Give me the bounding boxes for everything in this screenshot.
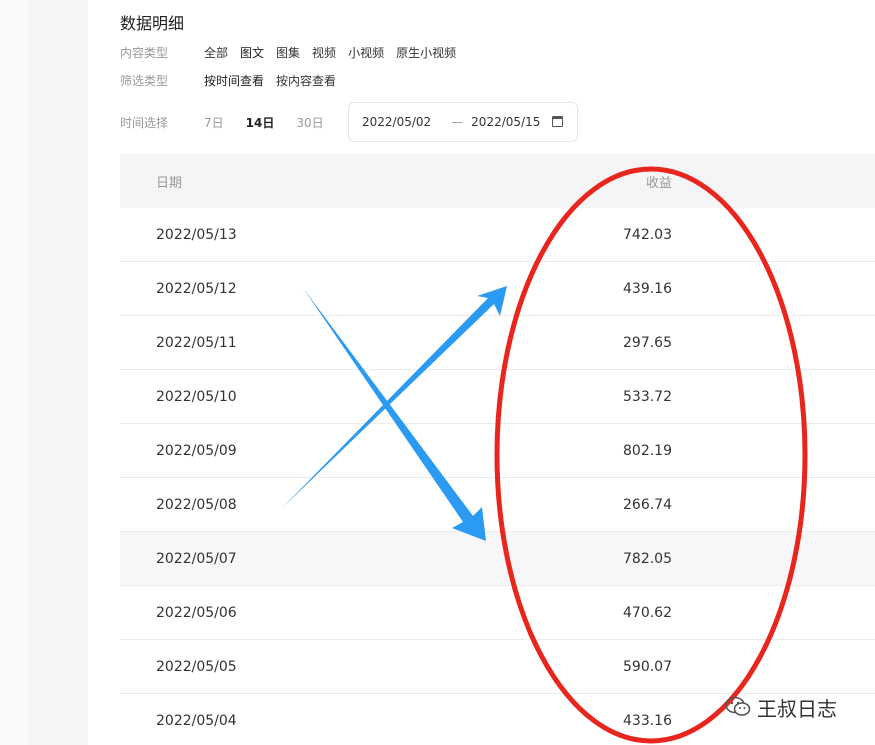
row-revenue: 297.65 xyxy=(623,334,672,351)
row-date: 2022/05/06 xyxy=(156,604,237,621)
calendar-icon[interactable] xyxy=(552,116,563,127)
section-title: 数据明细 xyxy=(120,14,185,33)
content-type-article[interactable]: 图文 xyxy=(240,44,264,61)
content-type-label: 内容类型 xyxy=(120,45,169,60)
table-row: 2022/05/13 742.03 xyxy=(120,208,875,262)
table-row: 2022/05/12 439.16 xyxy=(120,262,875,316)
row-date: 2022/05/12 xyxy=(156,280,237,297)
row-date: 2022/05/09 xyxy=(156,442,237,459)
header-date: 日期 xyxy=(156,175,183,191)
wechat-icon xyxy=(725,696,751,718)
date-range-picker[interactable]: 2022/05/02 — 2022/05/15 xyxy=(348,102,578,142)
content-type-filter: 内容类型 全部 图文 图集 视频 小视频 原生小视频 xyxy=(120,42,468,62)
row-date: 2022/05/11 xyxy=(156,334,237,351)
row-revenue: 433.16 xyxy=(623,712,672,729)
header-revenue: 收益 xyxy=(645,175,672,191)
time-7-days[interactable]: 7日 xyxy=(204,114,224,131)
screen-type-filter: 筛选类型 按时间查看 按内容查看 xyxy=(120,70,348,90)
date-range-end: 2022/05/15 xyxy=(471,115,541,129)
table-row: 2022/05/11 297.65 xyxy=(120,316,875,370)
time-select-filter: 时间选择 7日 14日 30日 xyxy=(120,103,346,141)
sidebar-panel xyxy=(28,0,88,745)
row-revenue: 782.05 xyxy=(623,550,672,567)
table-row: 2022/05/06 470.62 xyxy=(120,586,875,640)
data-table: 日期 收益 2022/05/13 742.03 2022/05/12 439.1… xyxy=(120,154,875,745)
table-row: 2022/05/10 533.72 xyxy=(120,370,875,424)
content-type-native-short-video[interactable]: 原生小视频 xyxy=(396,44,456,61)
watermark-text: 王叔日志 xyxy=(757,696,837,721)
left-sidebar xyxy=(0,0,88,745)
table-header: 日期 收益 xyxy=(120,154,875,208)
row-date: 2022/05/10 xyxy=(156,388,237,405)
row-revenue: 802.19 xyxy=(623,442,672,459)
table-row: 2022/05/09 802.19 xyxy=(120,424,875,478)
row-revenue: 439.16 xyxy=(623,280,672,297)
row-revenue: 533.72 xyxy=(623,388,672,405)
screen-by-time[interactable]: 按时间查看 xyxy=(204,72,264,89)
table-row: 2022/05/08 266.74 xyxy=(120,478,875,532)
table-row: 2022/05/05 590.07 xyxy=(120,640,875,694)
table-row-hovered: 2022/05/07 782.05 xyxy=(120,532,875,586)
data-detail-panel: 数据明细 内容类型 全部 图文 图集 视频 小视频 原生小视频 筛选类型 按时间… xyxy=(88,0,875,745)
row-date: 2022/05/05 xyxy=(156,658,237,675)
row-date: 2022/05/08 xyxy=(156,496,237,513)
screen-type-label: 筛选类型 xyxy=(120,73,169,88)
row-revenue: 742.03 xyxy=(623,226,672,243)
date-range-start: 2022/05/02 xyxy=(362,115,432,129)
date-range-separator: — xyxy=(451,115,464,129)
time-30-days[interactable]: 30日 xyxy=(296,114,323,131)
content-type-gallery[interactable]: 图集 xyxy=(276,44,300,61)
screen-by-content[interactable]: 按内容查看 xyxy=(276,72,336,89)
content-type-all[interactable]: 全部 xyxy=(204,44,228,61)
time-select-label: 时间选择 xyxy=(120,115,169,130)
row-date: 2022/05/13 xyxy=(156,226,237,243)
row-date: 2022/05/07 xyxy=(156,550,237,567)
row-revenue: 590.07 xyxy=(623,658,672,675)
row-revenue: 470.62 xyxy=(623,604,672,621)
content-type-short-video[interactable]: 小视频 xyxy=(348,44,384,61)
content-type-video[interactable]: 视频 xyxy=(312,44,336,61)
watermark: 王叔日志 xyxy=(725,692,837,722)
row-revenue: 266.74 xyxy=(623,496,672,513)
time-14-days[interactable]: 14日 xyxy=(246,114,275,131)
row-date: 2022/05/04 xyxy=(156,712,237,729)
